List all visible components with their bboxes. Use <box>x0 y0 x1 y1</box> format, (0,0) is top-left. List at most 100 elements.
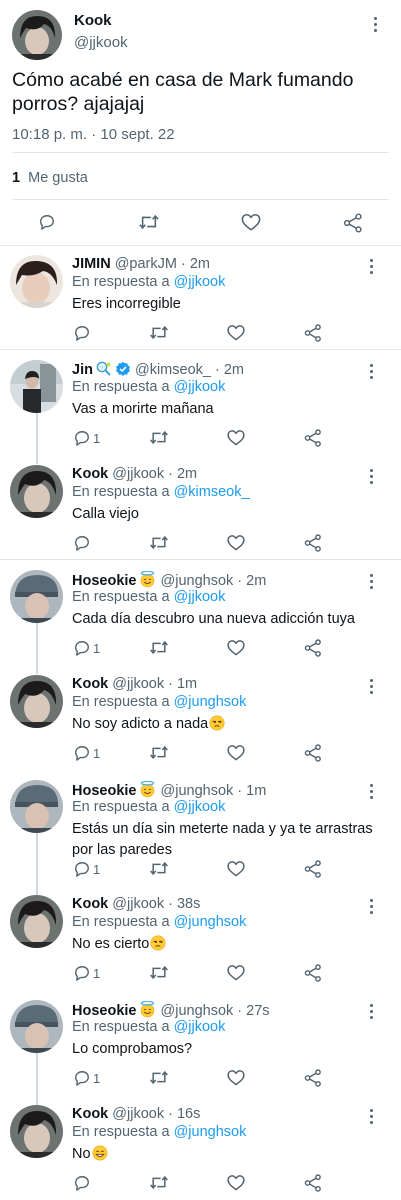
reply-button[interactable]: 1 <box>72 743 100 763</box>
reply-button[interactable]: 1 <box>72 963 100 983</box>
more-vertical-icon[interactable] <box>362 362 382 382</box>
more-vertical-icon[interactable] <box>362 1002 382 1022</box>
like-button[interactable] <box>226 963 246 982</box>
retweet-button[interactable] <box>149 963 169 982</box>
author-meta[interactable]: @junghsok · 2m <box>161 573 267 589</box>
reply-button[interactable]: 1 <box>72 859 100 879</box>
avatar[interactable] <box>10 780 63 833</box>
like-button[interactable] <box>226 859 246 878</box>
mention-link[interactable]: @kimseok_ <box>174 484 250 500</box>
mention-link[interactable]: @jjkook <box>174 379 226 395</box>
share-button[interactable] <box>303 533 323 553</box>
mention-link[interactable]: @jjkook <box>174 274 226 290</box>
reply-tweet[interactable]: Hoseokie @junghsok · 2m En respuesta a @… <box>0 560 401 664</box>
reply-button[interactable] <box>72 1173 92 1193</box>
share-button[interactable] <box>303 1068 323 1088</box>
share-button[interactable] <box>303 428 323 448</box>
share-button[interactable] <box>303 323 323 343</box>
reply-tweet[interactable]: Hoseokie @junghsok · 1m En respuesta a @… <box>0 770 401 884</box>
reply-tweet[interactable]: Kook @jjkook · 1m En respuesta a @junghs… <box>0 665 401 769</box>
author-name[interactable]: Hoseokie <box>72 783 136 799</box>
reply-tweet[interactable]: JIMIN @parkJM · 2m En respuesta a @jjkoo… <box>0 245 401 349</box>
more-vertical-icon[interactable] <box>362 467 382 487</box>
like-button[interactable] <box>226 428 246 447</box>
author-name[interactable]: Kook <box>72 896 108 912</box>
author-meta[interactable]: @jjkook · 2m <box>112 466 197 482</box>
avatar[interactable] <box>10 895 63 948</box>
retweet-button[interactable] <box>149 638 169 657</box>
mention-link[interactable]: @jjkook <box>174 1019 226 1035</box>
avatar[interactable] <box>10 570 63 623</box>
like-button[interactable] <box>240 212 262 232</box>
avatar[interactable] <box>10 465 63 518</box>
reply-button[interactable] <box>72 323 92 343</box>
author-meta[interactable]: @junghsok · 27s <box>161 1003 270 1019</box>
author-name[interactable]: Hoseokie <box>72 573 136 589</box>
retweet-button[interactable] <box>149 859 169 878</box>
main-author-name[interactable]: Kook <box>74 12 112 29</box>
mention-link[interactable]: @jjkook <box>174 589 226 605</box>
share-button[interactable] <box>303 859 323 879</box>
retweet-button[interactable] <box>149 323 169 342</box>
avatar[interactable] <box>10 675 63 728</box>
author-meta[interactable]: @parkJM · 2m <box>115 256 210 272</box>
avatar[interactable] <box>10 360 63 413</box>
retweet-button[interactable] <box>149 428 169 447</box>
more-vertical-icon[interactable] <box>366 15 386 35</box>
reply-tweet[interactable]: Jin @kimseok_ · 2m En respuesta a @jjkoo… <box>0 350 401 454</box>
avatar[interactable] <box>10 1000 63 1053</box>
author-name[interactable]: Kook <box>72 1106 108 1122</box>
main-tweet-timestamp[interactable]: 10:18 p. m. · 10 sept. 22 <box>12 126 175 143</box>
reply-button[interactable] <box>37 212 57 232</box>
author-meta[interactable]: @jjkook · 1m <box>112 676 197 692</box>
author-meta[interactable]: @junghsok · 1m <box>161 783 267 799</box>
reply-tweet[interactable]: Hoseokie @junghsok · 27s En respuesta a … <box>0 990 401 1094</box>
mention-link[interactable]: @junghsok <box>174 1124 247 1140</box>
author-meta[interactable]: @jjkook · 16s <box>112 1106 200 1122</box>
retweet-button[interactable] <box>149 533 169 552</box>
share-button[interactable] <box>303 638 323 658</box>
share-button[interactable] <box>303 1173 323 1193</box>
reply-button[interactable]: 1 <box>72 428 100 448</box>
more-vertical-icon[interactable] <box>362 677 382 697</box>
like-button[interactable] <box>226 1068 246 1087</box>
reply-button[interactable] <box>72 533 92 553</box>
mention-link[interactable]: @jjkook <box>174 799 226 815</box>
reply-tweet[interactable]: Kook @jjkook · 38s En respuesta a @jungh… <box>0 885 401 989</box>
author-name[interactable]: JIMIN <box>72 256 111 272</box>
like-button[interactable] <box>226 743 246 762</box>
more-vertical-icon[interactable] <box>362 257 382 277</box>
share-button[interactable] <box>342 212 364 234</box>
main-author-handle[interactable]: @jjkook <box>74 34 128 51</box>
share-button[interactable] <box>303 963 323 983</box>
more-vertical-icon[interactable] <box>362 572 382 592</box>
avatar-kook[interactable] <box>12 10 62 60</box>
author-name[interactable]: Kook <box>72 676 108 692</box>
retweet-button[interactable] <box>138 212 160 232</box>
avatar[interactable] <box>10 1105 63 1158</box>
reply-button[interactable]: 1 <box>72 638 100 658</box>
like-button[interactable] <box>226 323 246 342</box>
author-name[interactable]: Jin <box>72 362 93 378</box>
more-vertical-icon[interactable] <box>362 1107 382 1127</box>
like-button[interactable] <box>226 533 246 552</box>
author-name[interactable]: Hoseokie <box>72 1003 136 1019</box>
share-button[interactable] <box>303 743 323 763</box>
author-meta[interactable]: @jjkook · 38s <box>112 896 200 912</box>
retweet-button[interactable] <box>149 1068 169 1087</box>
more-vertical-icon[interactable] <box>362 782 382 802</box>
mention-link[interactable]: @junghsok <box>174 914 247 930</box>
more-vertical-icon[interactable] <box>362 897 382 917</box>
reply-tweet[interactable]: Kook @jjkook · 16s En respuesta a @jungh… <box>0 1095 401 1200</box>
reply-button[interactable]: 1 <box>72 1068 100 1088</box>
author-meta[interactable]: @kimseok_ · 2m <box>135 362 244 378</box>
retweet-button[interactable] <box>149 743 169 762</box>
like-button[interactable] <box>226 1173 246 1192</box>
avatar[interactable] <box>10 255 63 308</box>
like-button[interactable] <box>226 638 246 657</box>
reply-tweet[interactable]: Kook @jjkook · 2m En respuesta a @kimseo… <box>0 455 401 559</box>
author-name[interactable]: Kook <box>72 466 108 482</box>
retweet-button[interactable] <box>149 1173 169 1192</box>
likes-summary[interactable]: 1 Me gusta <box>12 170 88 186</box>
mention-link[interactable]: @junghsok <box>174 694 247 710</box>
